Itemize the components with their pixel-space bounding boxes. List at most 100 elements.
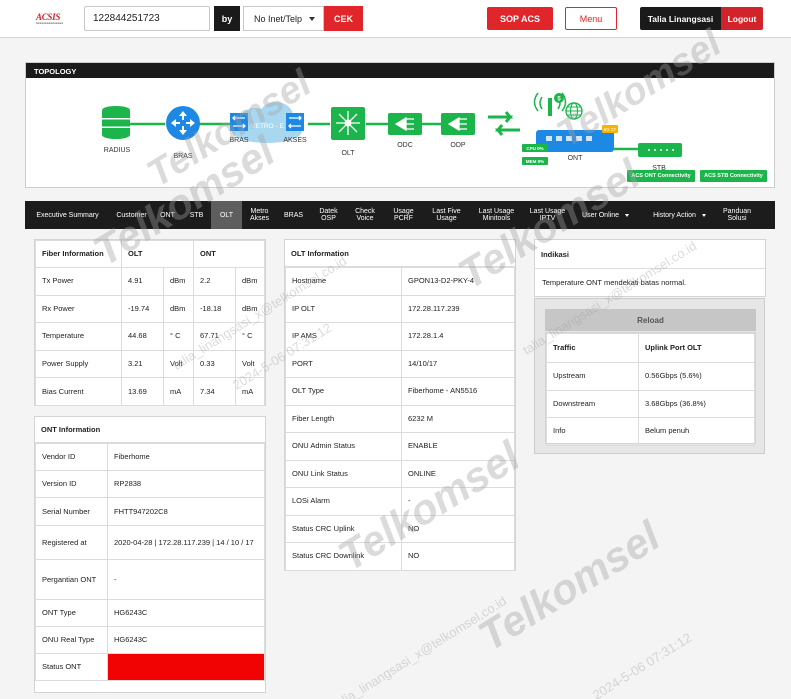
- tab-history-action[interactable]: History Action: [640, 201, 719, 229]
- table-row: Status CRC Downlink NO: [285, 542, 515, 571]
- cpu-badge-text: CPU 0%: [526, 146, 543, 151]
- tab-last-five-usage[interactable]: Last Five Usage: [424, 201, 469, 229]
- tab-datek-osp[interactable]: Datek OSP: [310, 201, 347, 229]
- acsis-logo[interactable]: ACSIS ■■■■■■■■■■■■■■■: [36, 12, 63, 25]
- tab-customer[interactable]: Customer: [110, 201, 153, 229]
- table-cell: 2020-04-28 | 172.28.117.239 | 14 / 10 / …: [107, 525, 265, 560]
- table-cell: 4.91: [121, 267, 164, 296]
- table-cell: Hostname: [285, 267, 402, 296]
- tab-bras[interactable]: BRAS: [277, 201, 310, 229]
- table-cell: Version ID: [35, 470, 108, 498]
- stb-device-icon[interactable]: [638, 143, 682, 157]
- table-row: ONU Admin Status ENABLE: [285, 432, 515, 461]
- chevron-down-icon: [309, 17, 315, 21]
- radius-server-icon[interactable]: [102, 106, 130, 139]
- akses-switch-icon[interactable]: [286, 113, 304, 131]
- olt-information-card: OLT Information Hostname GPON13-D2-PKY-4 I…: [284, 239, 516, 571]
- table-cell: ENABLE: [401, 432, 515, 461]
- sop-acs-button[interactable]: SOP ACS: [487, 7, 553, 30]
- table-cell: NO: [401, 514, 515, 543]
- acs-ont-connectivity-button[interactable]: ACS ONT Connectivity: [627, 170, 695, 182]
- table-row: Status CRC Uplink NO: [285, 514, 515, 543]
- table-row: Upstream 0.56Gbps (5.6%): [546, 362, 755, 391]
- node-label-olt: OLT: [341, 150, 355, 157]
- indikasi-card: Indikasi Temperature ONT mendekati batas…: [534, 239, 766, 297]
- odc-device-icon[interactable]: [388, 113, 422, 135]
- olt-device-icon[interactable]: [331, 107, 365, 140]
- table-cell: Info: [546, 417, 639, 446]
- tab-last-usage-minitools[interactable]: Last Usage Minitools: [469, 201, 524, 229]
- tab-panduan-solusi[interactable]: Panduan Solusi: [719, 201, 759, 229]
- table-cell: 7.34: [193, 377, 237, 406]
- tab-stb[interactable]: STB: [182, 201, 211, 229]
- column-header: ONT: [193, 240, 265, 268]
- olt-information-table: Hostname GPON13-D2-PKY-4 IP OLT 172.28.117.…: [285, 267, 515, 571]
- table-row: ONT Type HG6243C: [35, 599, 265, 627]
- bras-router-icon[interactable]: [166, 106, 200, 140]
- table-cell: Bias Current: [35, 377, 122, 406]
- table-cell: Power Supply: [35, 349, 122, 379]
- table-cell: mA: [162, 377, 195, 406]
- table-cell: -: [107, 559, 265, 600]
- table-cell: dBm: [235, 294, 265, 324]
- tab-ont[interactable]: ONT: [153, 201, 182, 229]
- tab-metro-akses[interactable]: Metro Akses: [242, 201, 277, 229]
- table-cell: 172.28.1.4: [401, 322, 515, 351]
- table-cell: 13.69: [121, 377, 164, 406]
- table-cell: Fiberhome - AN5516: [401, 377, 515, 406]
- wifi-signal-icon: [533, 92, 567, 116]
- table-row: Fiber Length 6232 M: [285, 404, 515, 433]
- table-row: IP OLT 172.28.117.239: [285, 294, 515, 323]
- indikasi-title: Indikasi: [535, 240, 765, 269]
- table-row: Pergantian ONT -: [35, 559, 265, 600]
- search-type-select[interactable]: No Inet/Telp: [243, 6, 324, 31]
- topology-title: TOPOLOGY: [26, 63, 774, 78]
- table-row: Power Supply 3.21 Volt 0.33 Volt: [35, 349, 265, 379]
- table-cell: IP AMS: [285, 322, 402, 351]
- table-cell: Serial Number: [35, 497, 108, 526]
- table-cell: OLT Type: [285, 377, 402, 406]
- table-cell: Registered at: [35, 525, 108, 560]
- table-cell: Temperature: [35, 322, 122, 351]
- table-cell: ONT Type: [35, 599, 108, 627]
- tab-check-voice[interactable]: Check Voice: [347, 201, 383, 229]
- table-row: Rx Power -19.74 dBm -18.18 dBm: [35, 294, 265, 324]
- odp-device-icon[interactable]: [441, 113, 475, 135]
- mem-badge-text: MEM 0%: [526, 159, 544, 164]
- tab-executive-summary[interactable]: Executive Summary: [25, 201, 110, 229]
- globe-icon: [565, 102, 583, 120]
- column-header: Fiber Information: [35, 240, 122, 268]
- node-label-ont: ONT: [568, 155, 584, 162]
- table-cell: -19.74: [121, 294, 164, 324]
- table-cell: PORT: [285, 349, 402, 378]
- table-row: LOSi Alarm -: [285, 487, 515, 516]
- tab-last-usage-iptv[interactable]: Last Usage IPTV: [524, 201, 571, 229]
- table-cell: 67.71: [193, 322, 237, 351]
- bras-switch-icon[interactable]: [230, 113, 248, 131]
- table-cell: ONU Link Status: [285, 459, 402, 488]
- table-header-row: Fiber Information OLT ONT: [35, 240, 265, 268]
- tab-usage-pcrf[interactable]: Usage PCRF: [383, 201, 424, 229]
- logout-button[interactable]: Logout: [721, 7, 763, 30]
- table-cell: Volt: [162, 349, 195, 379]
- table-cell: -18.18: [193, 294, 237, 324]
- tab-olt[interactable]: OLT: [211, 201, 242, 229]
- acs-stb-connectivity-button[interactable]: ACS STB Connectivity: [700, 170, 767, 182]
- table-row: Downstream 3.68Gbps (36.8%): [546, 389, 755, 418]
- link-arrows-icon: [488, 111, 520, 136]
- watermark-email: talia_linangsasi_x@telkomsel.co.id: [330, 593, 510, 699]
- table-cell: GPON13-D2-PKY-4: [401, 267, 515, 296]
- search-input[interactable]: [84, 6, 210, 31]
- table-row: ONU Real Type HG6243C: [35, 626, 265, 654]
- table-cell: FHTT947202C8: [107, 497, 265, 526]
- column-header: Traffic: [546, 333, 639, 363]
- table-cell: Volt: [235, 349, 265, 379]
- table-row: Registered at 2020-04-28 | 172.28.117.239…: [35, 525, 265, 560]
- menu-button[interactable]: Menu: [565, 7, 617, 30]
- reload-button[interactable]: Reload: [545, 309, 756, 331]
- cek-button[interactable]: CEK: [324, 6, 363, 31]
- tab-user-online[interactable]: User Online: [571, 201, 640, 229]
- node-label-akses: AKSES: [283, 137, 307, 144]
- table-cell: Upstream: [546, 362, 639, 391]
- traffic-card: Traffic Uplink Port OLT Upstream 0.56Gbps…: [545, 332, 756, 446]
